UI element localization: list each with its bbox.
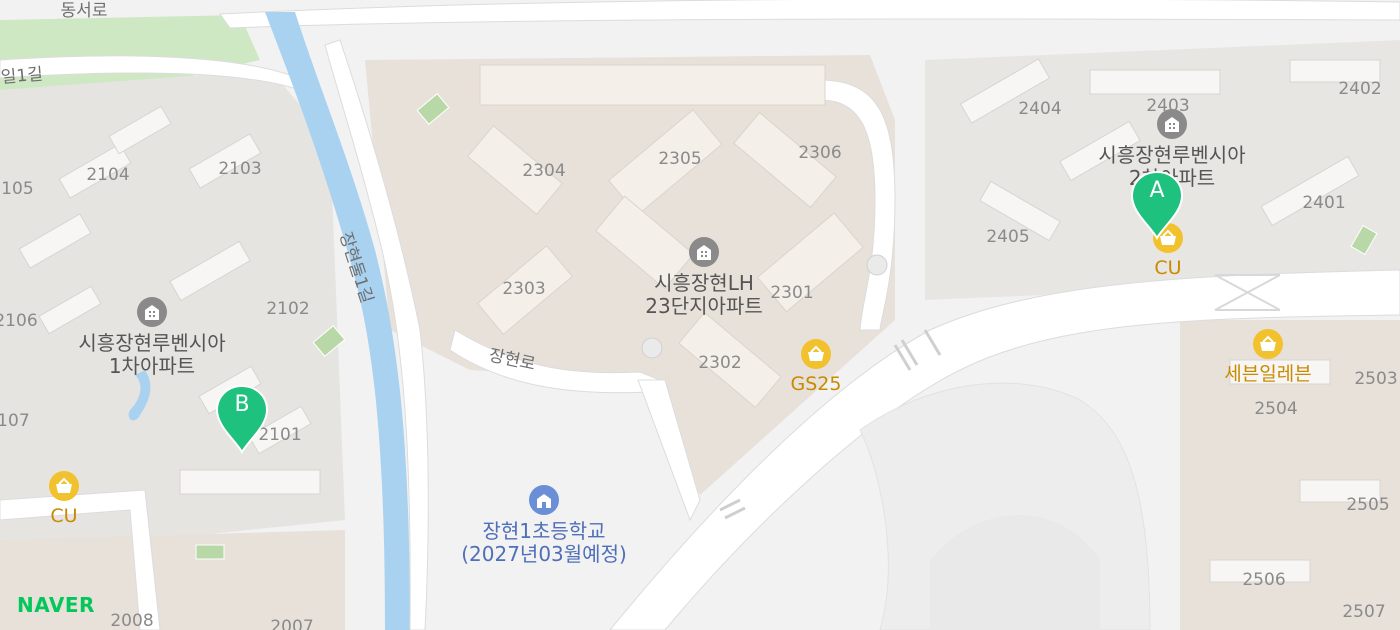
map-view[interactable]: 동서로 일1길 장현둘1길 장현로 2104 2103 2105 2106 21…: [0, 0, 1400, 630]
building-number: 2107: [0, 411, 30, 432]
building-number: 2507: [1342, 602, 1386, 623]
building-number: 2505: [1346, 495, 1390, 516]
marker-label-b: B: [234, 392, 250, 417]
apartment-label-lh23[interactable]: 시흥장현LH 23단지아파트: [645, 272, 762, 318]
building-number: 2401: [1302, 193, 1346, 214]
school-label[interactable]: 장현1초등학교 (2027년03월예정): [461, 520, 627, 566]
building-number: 2105: [0, 179, 34, 200]
store-label-gs25[interactable]: GS25: [791, 373, 842, 396]
building-number: 2404: [1018, 99, 1062, 120]
building-number: 2302: [698, 353, 742, 374]
apartment-label-benesia1[interactable]: 시흥장현루벤시아 1차아파트: [78, 332, 225, 378]
building-number: 2103: [218, 159, 262, 180]
building-number: 2506: [1242, 570, 1286, 591]
apartment-icon: [689, 237, 719, 267]
building-number: 2303: [502, 279, 546, 300]
map-marker-a[interactable]: A: [1130, 170, 1184, 244]
building-number: 2305: [658, 149, 702, 170]
convenience-store-icon: [1253, 329, 1283, 359]
building-number: 2301: [770, 283, 814, 304]
building-number: 2102: [266, 299, 310, 320]
building-number: 2405: [986, 227, 1030, 248]
store-label-cu-right[interactable]: CU: [1154, 257, 1181, 280]
building-number: 2504: [1254, 399, 1298, 420]
school-icon: [529, 485, 559, 515]
building-number: 2007: [270, 617, 314, 630]
road-label-dongseo: 동서로: [60, 1, 108, 22]
building-number: 2104: [86, 165, 130, 186]
naver-logo[interactable]: NAVER: [17, 593, 95, 617]
store-label-seven-eleven[interactable]: 세븐일레븐: [1224, 363, 1311, 386]
marker-label-a: A: [1149, 178, 1165, 203]
road-label-il1gil: 일1길: [0, 64, 44, 89]
building-number: 2304: [522, 161, 566, 182]
convenience-store-icon: [49, 471, 79, 501]
building-number: 2106: [0, 311, 38, 332]
map-marker-b[interactable]: B: [215, 384, 269, 458]
apartment-icon: [137, 297, 167, 327]
building-number: 2306: [798, 143, 842, 164]
building-number: 2402: [1338, 79, 1382, 100]
convenience-store-icon: [801, 339, 831, 369]
apartment-icon: [1157, 109, 1187, 139]
building-number: 2503: [1354, 369, 1398, 390]
store-label-cu-left[interactable]: CU: [50, 505, 77, 528]
building-number: 2008: [110, 611, 154, 630]
